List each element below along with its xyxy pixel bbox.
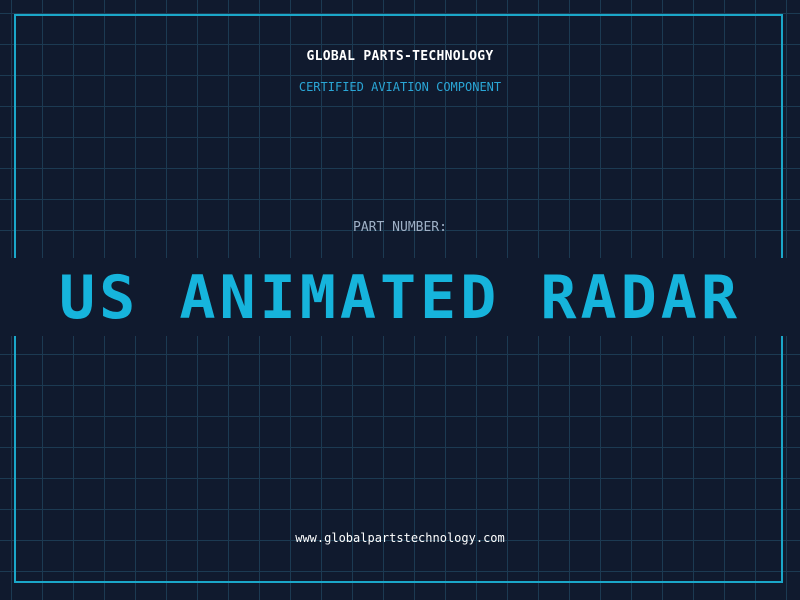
company-title: GLOBAL PARTS-TECHNOLOGY: [306, 49, 494, 64]
website-url: www.globalpartstechnology.com: [295, 531, 505, 545]
part-number-label: PART NUMBER:: [353, 220, 447, 235]
certification-subtitle: CERTIFIED AVIATION COMPONENT: [298, 80, 502, 94]
part-number-value: US ANIMATED RADAR: [58, 263, 742, 333]
